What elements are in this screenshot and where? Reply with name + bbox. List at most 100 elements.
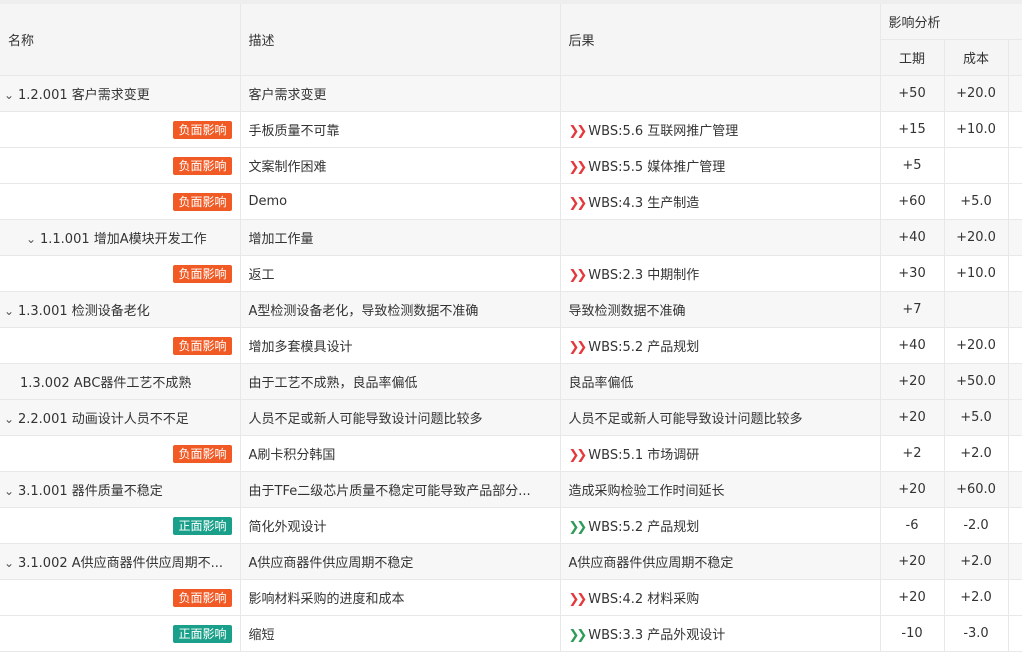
cell-result: ❯❯ WBS:5.5 媒体推广管理: [560, 147, 881, 184]
cell-name: ⌄ 1.3.001 检测设备老化: [0, 291, 241, 328]
risk-row[interactable]: ⌄ 3.1.002 A供应商器件供应周期不... A供应商器件供应周期不稳定 A供应商…: [0, 543, 1022, 580]
cell-spacer: [1008, 615, 1022, 652]
cell-cost: +60.0: [944, 471, 1009, 508]
cell-result: ❯❯ WBS:5.2 产品规划: [560, 507, 881, 544]
cell-cost: [944, 147, 1009, 184]
cell-result: ❯❯ WBS:5.2 产品规划: [560, 327, 881, 364]
cell-name: 负面影响: [0, 435, 241, 472]
cell-name: ⌄ 1.2.001 客户需求变更: [0, 75, 241, 112]
risk-name: 1.3.001 检测设备老化: [18, 304, 150, 319]
wbs-link[interactable]: WBS:4.3 生产制造: [588, 196, 699, 211]
expand-chevron-icon[interactable]: ⌄: [4, 556, 16, 570]
cell-description: A型检测设备老化，导致检测数据不准确: [240, 291, 561, 328]
wbs-link[interactable]: WBS:5.1 市场调研: [588, 448, 699, 463]
cell-cost: +5.0: [944, 399, 1009, 436]
wbs-link[interactable]: WBS:3.3 产品外观设计: [588, 628, 725, 643]
column-header-name[interactable]: 名称: [0, 4, 241, 76]
cell-result: [560, 219, 881, 256]
wbs-link[interactable]: WBS:5.5 媒体推广管理: [588, 160, 725, 175]
cell-description: 由于TFe二级芯片质量不稳定可能导致产品部分...: [240, 471, 561, 508]
negative-impact-badge: 负面影响: [173, 156, 232, 175]
cell-result: ❯❯ WBS:5.6 互联网推广管理: [560, 111, 881, 148]
cell-cost: +5.0: [944, 183, 1009, 220]
cell-name: 负面影响: [0, 255, 241, 292]
column-header-period[interactable]: 工期: [880, 39, 945, 76]
wbs-link[interactable]: WBS:5.2 产品规划: [588, 520, 699, 535]
cell-description: 人员不足或新人可能导致设计问题比较多: [240, 399, 561, 436]
risk-row[interactable]: ⌄ 3.1.001 器件质量不稳定 由于TFe二级芯片质量不稳定可能导致产品部分..…: [0, 471, 1022, 508]
column-header-result[interactable]: 后果: [560, 4, 881, 76]
cell-cost: +20.0: [944, 219, 1009, 256]
cell-result: ❯❯ WBS:2.3 中期制作: [560, 255, 881, 292]
cell-spacer: [1008, 183, 1022, 220]
risk-name: 1.1.001 增加A模块开发工作: [40, 232, 207, 247]
impact-row[interactable]: 正面影响 缩短 ❯❯ WBS:3.3 产品外观设计 -10 -3.0: [0, 615, 1022, 652]
cell-period: +20: [880, 543, 945, 580]
expand-chevron-icon[interactable]: ⌄: [4, 304, 16, 318]
cell-description: 由于工艺不成熟，良品率偏低: [240, 363, 561, 400]
impact-row[interactable]: 负面影响 Demo ❯❯ WBS:4.3 生产制造 +60 +5.0: [0, 183, 1022, 220]
cell-cost: +2.0: [944, 435, 1009, 472]
cell-description: 影响材料采购的进度和成本: [240, 579, 561, 616]
cell-spacer: [1008, 363, 1022, 400]
wbs-link[interactable]: WBS:5.2 产品规划: [588, 340, 699, 355]
cell-spacer: [1008, 291, 1022, 328]
cell-period: +20: [880, 363, 945, 400]
negative-impact-badge: 负面影响: [173, 444, 232, 463]
cell-result: ❯❯ WBS:4.2 材料采购: [560, 579, 881, 616]
cell-result: 人员不足或新人可能导致设计问题比较多: [560, 399, 881, 436]
risk-row[interactable]: ⌄ 2.2.001 动画设计人员不不足 人员不足或新人可能导致设计问题比较多 人员不足…: [0, 399, 1022, 436]
impact-row[interactable]: 正面影响 简化外观设计 ❯❯ WBS:5.2 产品规划 -6 -2.0: [0, 507, 1022, 544]
positive-impact-badge: 正面影响: [173, 624, 232, 643]
risk-row[interactable]: ⌄ 1.3.001 检测设备老化 A型检测设备老化，导致检测数据不准确 导致检测数据不…: [0, 291, 1022, 328]
cell-description: 增加工作量: [240, 219, 561, 256]
impact-row[interactable]: 负面影响 影响材料采购的进度和成本 ❯❯ WBS:4.2 材料采购 +20 +2.0: [0, 579, 1022, 616]
double-chevron-right-icon: ❯❯: [568, 628, 588, 643]
risk-row[interactable]: ⌄ 1.1.001 增加A模块开发工作 增加工作量 +40 +20.0: [0, 219, 1022, 256]
expand-chevron-icon[interactable]: ⌄: [26, 232, 38, 246]
cell-spacer: [1008, 111, 1022, 148]
cell-spacer: [1008, 255, 1022, 292]
cell-cost: +10.0: [944, 111, 1009, 148]
cell-result: ❯❯ WBS:4.3 生产制造: [560, 183, 881, 220]
cell-description: A供应商器件供应周期不稳定: [240, 543, 561, 580]
cell-description: 缩短: [240, 615, 561, 652]
cell-period: +40: [880, 219, 945, 256]
double-chevron-right-icon: ❯❯: [568, 340, 588, 355]
column-header-cost[interactable]: 成本: [944, 39, 1009, 76]
cell-cost: +2.0: [944, 579, 1009, 616]
cell-result: ❯❯ WBS:5.1 市场调研: [560, 435, 881, 472]
expand-chevron-icon[interactable]: ⌄: [4, 412, 16, 426]
risk-row[interactable]: 1.3.002 ABC器件工艺不成熟 由于工艺不成熟，良品率偏低 良品率偏低 +20 +…: [0, 363, 1022, 400]
cell-name: ⌄ 1.1.001 增加A模块开发工作: [0, 219, 241, 256]
impact-row[interactable]: 负面影响 增加多套模具设计 ❯❯ WBS:5.2 产品规划 +40 +20.0: [0, 327, 1022, 364]
double-chevron-right-icon: ❯❯: [568, 124, 588, 139]
cell-period: +50: [880, 75, 945, 112]
cell-description: 文案制作困难: [240, 147, 561, 184]
wbs-link[interactable]: WBS:5.6 互联网推广管理: [588, 124, 738, 139]
cell-description: 手板质量不可靠: [240, 111, 561, 148]
impact-row[interactable]: 负面影响 A刷卡积分韩国 ❯❯ WBS:5.1 市场调研 +2 +2.0: [0, 435, 1022, 472]
impact-row[interactable]: 负面影响 文案制作困难 ❯❯ WBS:5.5 媒体推广管理 +5: [0, 147, 1022, 184]
cell-spacer: [1008, 147, 1022, 184]
cell-result: 良品率偏低: [560, 363, 881, 400]
expand-chevron-icon[interactable]: ⌄: [4, 88, 16, 102]
negative-impact-badge: 负面影响: [173, 120, 232, 139]
risk-row[interactable]: ⌄ 1.2.001 客户需求变更 客户需求变更 +50 +20.0: [0, 75, 1022, 112]
expand-chevron-icon[interactable]: ⌄: [4, 484, 16, 498]
cell-cost: +20.0: [944, 327, 1009, 364]
negative-impact-badge: 负面影响: [173, 588, 232, 607]
wbs-link[interactable]: WBS:4.2 材料采购: [588, 592, 699, 607]
cell-name: 正面影响: [0, 507, 241, 544]
cell-result: A供应商器件供应周期不稳定: [560, 543, 881, 580]
cell-name: 1.3.002 ABC器件工艺不成熟: [0, 363, 241, 400]
cell-description: 客户需求变更: [240, 75, 561, 112]
impact-row[interactable]: 负面影响 手板质量不可靠 ❯❯ WBS:5.6 互联网推广管理 +15 +10.0: [0, 111, 1022, 148]
impact-row[interactable]: 负面影响 返工 ❯❯ WBS:2.3 中期制作 +30 +10.0: [0, 255, 1022, 292]
risk-name: 3.1.001 器件质量不稳定: [18, 484, 163, 499]
wbs-link[interactable]: WBS:2.3 中期制作: [588, 268, 699, 283]
column-header-description[interactable]: 描述: [240, 4, 561, 76]
negative-impact-badge: 负面影响: [173, 336, 232, 355]
double-chevron-right-icon: ❯❯: [568, 448, 588, 463]
cell-period: +20: [880, 471, 945, 508]
